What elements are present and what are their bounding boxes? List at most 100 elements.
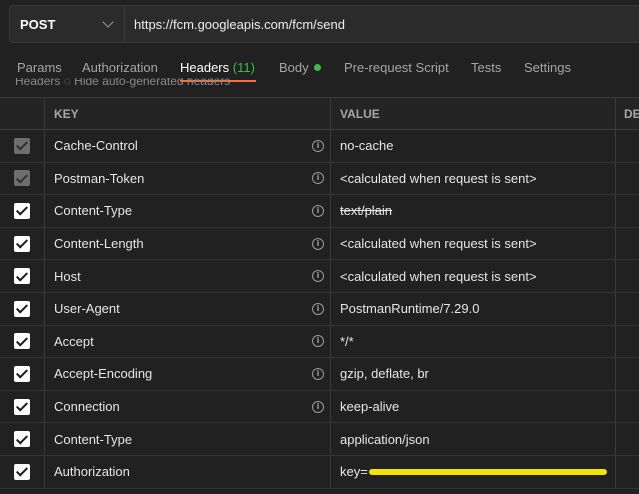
info-icon[interactable]: i [312, 335, 324, 348]
tab-headers-count: (11) [232, 60, 255, 75]
column-header-description: DE [624, 106, 639, 121]
description-cell[interactable] [616, 423, 639, 455]
row-checkbox[interactable] [14, 268, 30, 285]
description-cell[interactable] [616, 163, 639, 195]
header-value-cell[interactable]: gzip, deflate, br [331, 358, 616, 390]
header-checkbox-column [0, 98, 45, 129]
header-key-text: User-Agent [54, 301, 120, 317]
description-cell[interactable] [616, 195, 639, 227]
tab-headers-label: Headers [180, 60, 230, 75]
description-cell[interactable] [616, 326, 639, 358]
checkbox-cell [0, 292, 45, 325]
tab-settings[interactable]: Settings [524, 60, 571, 75]
tab-body[interactable]: Body [279, 60, 321, 75]
header-key-cell[interactable]: Host i [45, 260, 331, 292]
checkbox-cell [0, 162, 45, 195]
row-checkbox[interactable] [14, 463, 30, 480]
row-checkbox[interactable] [14, 300, 30, 317]
description-cell[interactable] [616, 293, 639, 325]
description-cell[interactable] [616, 228, 639, 260]
description-cell[interactable] [616, 391, 639, 423]
body-status-dot [313, 64, 321, 71]
header-key-text: Postman-Token [54, 170, 145, 186]
table-row: Postman-Token i <calculated when request i… [0, 162, 639, 196]
header-value-text: <calculated when request is sent> [340, 236, 537, 252]
info-icon[interactable]: i [312, 139, 324, 152]
description-cell[interactable] [616, 456, 639, 488]
description-cell[interactable] [616, 130, 639, 162]
info-icon[interactable]: i [312, 270, 324, 283]
tab-params[interactable]: Params [17, 60, 62, 75]
header-value-cell[interactable]: */* [331, 325, 616, 358]
header-value-text: text/plain [340, 203, 393, 219]
row-checkbox[interactable] [14, 235, 30, 252]
header-key-cell[interactable]: Content-Type [45, 423, 331, 455]
header-value-cell[interactable]: key= [331, 455, 616, 488]
info-icon[interactable]: i [312, 367, 324, 380]
header-value-cell[interactable]: application/json [331, 423, 616, 455]
url-input[interactable]: https://fcm.googleapis.com/fcm/send [125, 17, 345, 32]
header-key-cell[interactable]: Cache-Control i [45, 130, 331, 162]
row-checkbox [14, 137, 30, 154]
header-key-text: Accept-Encoding [54, 366, 153, 382]
header-key-cell[interactable]: Accept i [45, 325, 331, 358]
checkbox-cell [0, 325, 45, 358]
table-row: Cache-Control i no-cache [0, 130, 639, 163]
header-key-cell[interactable]: Postman-Token i [45, 162, 331, 195]
method-label: POST [20, 16, 56, 32]
header-key-text: Cache-Control [54, 138, 138, 154]
checkbox-cell [0, 455, 45, 488]
table-row: Connection i keep-alive [0, 390, 639, 424]
header-value-cell[interactable]: <calculated when request is sent> [331, 227, 616, 260]
table-row: Content-Length i <calculated when request … [0, 227, 639, 261]
info-icon[interactable]: i [312, 400, 324, 413]
info-icon[interactable]: i [312, 302, 324, 315]
tab-pre-request-script[interactable]: Pre-request Script [344, 60, 449, 75]
header-key-text: Host [54, 268, 81, 284]
table-body: Cache-Control i no-cache Postman-Token i <cal… [0, 130, 639, 489]
header-value-text: <calculated when request is sent> [340, 170, 537, 186]
header-value-cell[interactable]: PostmanRuntime/7.29.0 [331, 292, 616, 325]
header-key-text: Content-Length [54, 236, 144, 252]
info-icon[interactable]: i [312, 172, 324, 185]
header-value-cell[interactable]: keep-alive [331, 390, 616, 423]
info-icon[interactable]: i [312, 237, 324, 250]
info-icon[interactable]: i [312, 204, 324, 217]
checkbox-cell [0, 260, 45, 292]
header-key-text: Content-Type [54, 203, 133, 219]
tab-authorization[interactable]: Authorization [82, 60, 158, 75]
tab-body-label: Body [279, 60, 309, 75]
header-value-cell[interactable]: no-cache [331, 130, 616, 162]
header-key-text: Connection [54, 399, 120, 415]
description-cell[interactable] [616, 358, 639, 390]
header-value-text: <calculated when request is sent> [340, 268, 537, 284]
header-key-cell[interactable]: User-Agent i [45, 292, 331, 325]
row-checkbox[interactable] [14, 202, 30, 219]
header-key-cell[interactable]: Content-Length i [45, 227, 331, 260]
row-checkbox[interactable] [14, 365, 30, 382]
headers-table: KEY VALUE DE Cache-Control i no-cache Postm… [0, 97, 639, 489]
header-value-text: */* [340, 333, 354, 349]
description-cell[interactable] [616, 260, 639, 292]
table-header-row: KEY VALUE DE [0, 97, 639, 130]
header-value-cell[interactable]: <calculated when request is sent> [331, 260, 616, 292]
column-header-key: KEY [45, 98, 331, 129]
table-row: Content-Type i text/plain [0, 195, 639, 228]
tab-tests[interactable]: Tests [471, 60, 501, 75]
row-checkbox[interactable] [14, 333, 30, 350]
header-value-text: key= [340, 464, 368, 480]
row-checkbox[interactable] [14, 398, 30, 415]
request-url-bar: POST https://fcm.googleapis.com/fcm/send [9, 5, 639, 43]
header-key-cell[interactable]: Connection i [45, 390, 331, 423]
header-value-cell[interactable]: text/plain [331, 195, 616, 227]
table-row: Accept i */* [0, 325, 639, 359]
header-key-cell[interactable]: Content-Type i [45, 195, 331, 227]
header-key-cell[interactable]: Accept-Encoding i [45, 358, 331, 390]
header-value-cell[interactable]: <calculated when request is sent> [331, 162, 616, 195]
tab-headers[interactable]: Headers (11) [180, 60, 255, 75]
header-key-cell[interactable]: Authorization [45, 455, 331, 488]
method-select[interactable]: POST [10, 6, 125, 42]
row-checkbox[interactable] [14, 431, 30, 448]
row-checkbox [14, 170, 30, 187]
table-row: Authorization key= [0, 455, 639, 489]
